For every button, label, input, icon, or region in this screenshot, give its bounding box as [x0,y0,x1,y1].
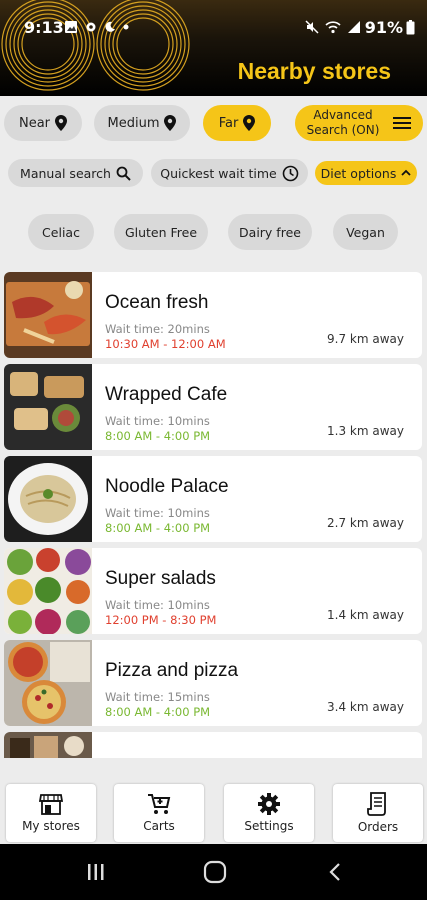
store-name: Wrapped Cafe [105,384,228,405]
store-card[interactable]: Wrapped Cafe Wait time: 10mins 8:00 AM -… [4,364,422,450]
store-image-noodles [4,456,92,542]
store-image-seafood [4,272,92,358]
nav-settings-label: Settings [244,819,294,833]
diet-options-label: Diet options [320,165,397,181]
advanced-search-label-1: Advanced [313,108,373,122]
filter-far-label: Far [218,115,239,131]
gear-icon [258,793,280,815]
quickest-wait-button[interactable]: Quickest wait time [151,159,308,187]
store-image-pizza [4,640,92,726]
wait-time: Wait time: 10mins [105,506,210,520]
store-name: Noodle Palace [105,476,229,497]
wait-time: Wait time: 15mins [105,690,210,704]
store-name: Ocean fresh [105,292,209,313]
diet-chip-gluten-free[interactable]: Gluten Free [114,214,208,250]
location-pin-icon [243,115,256,131]
location-pin-icon [55,115,68,131]
search-icon [116,166,131,181]
menu-icon [393,117,412,129]
system-navigation-bar [0,844,427,900]
manual-search-button[interactable]: Manual search [8,159,143,187]
battery-icon [406,20,415,35]
moon-icon [105,21,115,32]
wait-time: Wait time: 20mins [105,322,210,336]
home-icon[interactable] [203,860,227,884]
diet-chip-vegan[interactable]: Vegan [333,214,398,250]
page-title: Nearby stores [237,58,391,84]
signal-icon [348,21,360,33]
status-bar: 9:13 91% [0,14,427,44]
store-image-salads [4,548,92,634]
filter-far-button[interactable]: Far [203,105,271,141]
cart-icon [148,794,171,814]
bottom-navigation: My stores Carts Settings Orders [0,758,427,844]
wifi-icon [325,21,341,34]
store-distance: 3.4 km away [327,700,404,714]
store-name: Super salads [105,568,216,589]
nav-carts-label: Carts [143,819,175,833]
recent-apps-icon[interactable] [86,862,106,882]
quickest-wait-label: Quickest wait time [160,165,277,181]
receipt-icon [367,792,386,816]
store-card[interactable]: Ocean fresh Wait time: 20mins 10:30 AM -… [4,272,422,358]
mute-icon [305,20,319,34]
opening-hours: 12:00 PM - 8:30 PM [105,613,217,627]
status-time: 9:13 [24,18,64,37]
nav-carts-button[interactable]: Carts [114,784,204,842]
store-icon [39,794,63,815]
opening-hours: 8:00 AM - 4:00 PM [105,521,211,535]
manual-search-label: Manual search [20,165,111,181]
store-name: Pizza and pizza [105,660,239,681]
store-card[interactable]: Pizza and pizza Wait time: 15mins 8:00 A… [4,640,422,726]
chevron-up-icon [401,169,411,176]
diet-options-button[interactable]: Diet options [315,161,417,185]
filter-medium-label: Medium [107,115,160,131]
gear-status-icon [86,22,96,32]
store-distance: 2.7 km away [327,516,404,530]
dot-icon [123,24,129,30]
opening-hours: 10:30 AM - 12:00 AM [105,337,226,351]
filter-near-button[interactable]: Near [4,105,82,141]
wait-time: Wait time: 10mins [105,414,210,428]
store-card[interactable] [4,732,422,758]
nav-orders-label: Orders [357,820,399,834]
nav-my-stores-button[interactable]: My stores [6,784,96,842]
store-distance: 9.7 km away [327,332,404,346]
store-image-wraps [4,364,92,450]
wait-time: Wait time: 10mins [105,598,210,612]
battery-percent: 91% [364,18,403,37]
store-card[interactable]: Noodle Palace Wait time: 10mins 8:00 AM … [4,456,422,542]
nav-orders-button[interactable]: Orders [333,784,423,842]
diet-chip-celiac[interactable]: Celiac [28,214,94,250]
opening-hours: 8:00 AM - 4:00 PM [105,429,211,443]
advanced-search-button[interactable]: Advanced Search (ON) [295,105,423,141]
location-pin-icon [164,115,177,131]
app-header: 9:13 91% Nearby stores [0,0,427,96]
store-image-bakery [4,732,92,758]
back-icon[interactable] [327,862,343,882]
filter-medium-button[interactable]: Medium [94,105,190,141]
store-distance: 1.4 km away [327,608,404,622]
diet-chip-dairy-free[interactable]: Dairy free [228,214,312,250]
store-distance: 1.3 km away [327,424,404,438]
gallery-icon [65,21,77,33]
advanced-search-label-2: Search (ON) [306,123,380,137]
opening-hours: 8:00 AM - 4:00 PM [105,705,211,719]
filter-near-label: Near [18,115,51,131]
nav-my-stores-label: My stores [22,819,80,833]
clock-icon [282,165,299,181]
nav-settings-button[interactable]: Settings [224,784,314,842]
store-card[interactable]: Super salads Wait time: 10mins 12:00 PM … [4,548,422,634]
store-list[interactable]: Ocean fresh Wait time: 20mins 10:30 AM -… [0,272,427,758]
